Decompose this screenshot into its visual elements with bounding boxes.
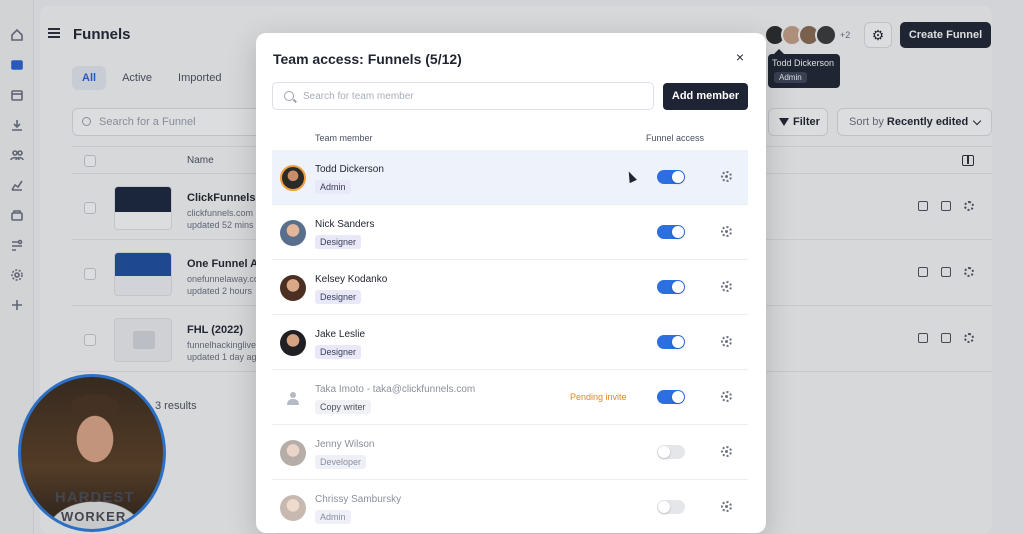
team-access-modal: Team access: Funnels (5/12) × Add member… <box>256 33 766 533</box>
access-toggle[interactable] <box>657 390 685 404</box>
member-name: Jake Leslie <box>315 329 366 340</box>
access-toggle[interactable] <box>657 280 685 294</box>
member-row: Kelsey Kodanko Designer <box>272 260 748 315</box>
access-toggle[interactable] <box>657 225 685 239</box>
member-row: Jenny Wilson Developer <box>272 425 748 480</box>
search-icon <box>284 91 294 101</box>
avatar <box>280 330 306 356</box>
close-icon[interactable]: × <box>733 50 747 64</box>
member-row: Nick Sanders Designer <box>272 205 748 260</box>
team-search-input[interactable] <box>303 87 643 105</box>
member-row: Chrissy Sambursky Admin <box>272 480 748 533</box>
gear-icon[interactable] <box>721 391 732 402</box>
gear-icon[interactable] <box>721 226 732 237</box>
funnel-access-column-header: Funnel access <box>646 133 705 143</box>
role-badge: Admin <box>315 180 351 194</box>
role-badge: Designer <box>315 345 362 359</box>
team-search-field[interactable] <box>272 82 654 110</box>
member-row: Taka Imoto - taka@clickfunnels.com Copy … <box>272 370 748 425</box>
access-toggle[interactable] <box>657 170 685 184</box>
role-badge: Copy writer <box>315 400 371 414</box>
modal-title: Team access: Funnels (5/12) <box>273 51 462 67</box>
gear-icon[interactable] <box>721 336 732 347</box>
gear-icon[interactable] <box>721 281 732 292</box>
role-badge: Designer <box>315 290 362 304</box>
gear-icon[interactable] <box>721 446 732 457</box>
access-toggle[interactable] <box>657 445 685 459</box>
member-name: Nick Sanders <box>315 219 375 230</box>
role-badge: Developer <box>315 455 367 469</box>
member-name: Todd Dickerson <box>315 164 384 175</box>
add-member-button[interactable]: Add member <box>663 83 748 110</box>
user-placeholder-icon <box>280 385 306 411</box>
role-badge: Designer <box>315 235 362 249</box>
pending-invite-label: Pending invite <box>570 392 627 402</box>
access-toggle[interactable] <box>657 335 685 349</box>
avatar <box>280 495 306 521</box>
gear-icon[interactable] <box>721 171 732 182</box>
avatar <box>280 165 306 191</box>
member-name: Taka Imoto <box>315 384 364 395</box>
member-row: Jake Leslie Designer <box>272 315 748 370</box>
team-member-column-header: Team member <box>315 133 373 143</box>
access-toggle[interactable] <box>657 500 685 514</box>
member-name-line: Taka Imoto - taka@clickfunnels.com <box>315 384 475 395</box>
member-name: Chrissy Sambursky <box>315 494 402 505</box>
member-name: Kelsey Kodanko <box>315 274 388 285</box>
avatar <box>280 220 306 246</box>
role-badge: Admin <box>315 510 351 524</box>
avatar <box>280 275 306 301</box>
gear-icon[interactable] <box>721 501 732 512</box>
avatar <box>280 440 306 466</box>
member-row: Todd Dickerson Admin <box>272 150 748 205</box>
member-email: - taka@clickfunnels.com <box>363 384 476 395</box>
member-name: Jenny Wilson <box>315 439 375 450</box>
